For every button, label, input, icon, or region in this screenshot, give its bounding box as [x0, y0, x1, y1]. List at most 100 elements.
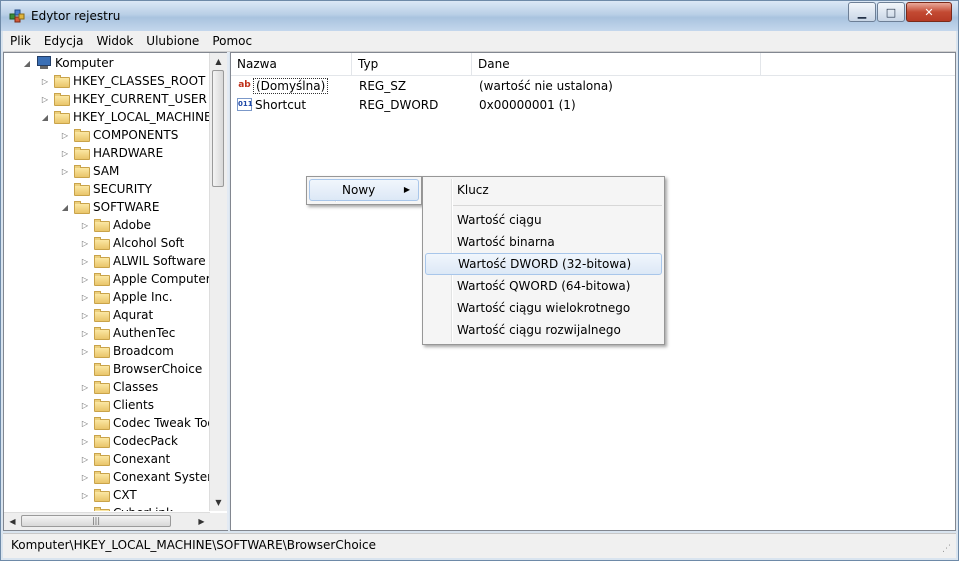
collapsed-arrow-icon[interactable]: ▷: [40, 76, 50, 86]
tree-node[interactable]: ▷ CXT: [80, 486, 137, 504]
maximize-button[interactable]: □: [877, 2, 905, 22]
tree-node[interactable]: ◢ SOFTWARE: [60, 198, 160, 216]
tree-node[interactable]: ▷ HKEY_CLASSES_ROOT: [40, 72, 205, 90]
collapsed-arrow-icon[interactable]: ▷: [60, 130, 70, 140]
expanded-arrow-icon[interactable]: ◢: [40, 112, 50, 122]
registry-tree-pane: ◢ Komputer ▷ HKEY_CLASSES_ROOT ▷ HKEY_CURRENT…: [3, 52, 228, 531]
collapsed-arrow-icon[interactable]: ▷: [80, 220, 90, 230]
tree-node-label: Apple Computer, I: [113, 272, 210, 286]
folder-icon: [54, 92, 70, 106]
tree-node[interactable]: ▷ Apple Inc.: [80, 288, 173, 306]
collapsed-arrow-icon[interactable]: ▷: [80, 454, 90, 464]
folder-icon: [94, 416, 110, 430]
tree-horizontal-scrollbar[interactable]: ◀ ||| ▶: [4, 512, 210, 530]
tree-horizontal-scroll-thumb[interactable]: |||: [21, 515, 171, 527]
tree-node-label: Classes: [113, 380, 159, 394]
submenu-item[interactable]: Wartość DWORD (32-bitowa): [425, 253, 662, 275]
tree-node[interactable]: ▷ Adobe: [80, 216, 151, 234]
submenu-item[interactable]: Wartość QWORD (64-bitowa): [425, 275, 662, 297]
list-header: Nazwa Typ Dane: [231, 53, 955, 76]
tree-vertical-scrollbar[interactable]: ▲ ▼: [209, 53, 227, 511]
folder-icon: [54, 74, 70, 88]
collapsed-arrow-icon[interactable]: ▷: [40, 94, 50, 104]
submenu-item[interactable]: Klucz: [425, 179, 662, 201]
tree-node[interactable]: ▷ COMPONENTS: [60, 126, 178, 144]
tree-node[interactable]: ▷ HARDWARE: [60, 144, 163, 162]
collapsed-arrow-icon[interactable]: ▷: [60, 166, 70, 176]
submenu-item[interactable]: Wartość binarna: [425, 231, 662, 253]
title-bar[interactable]: Edytor rejestru ▁ □ ✕: [1, 1, 958, 31]
tree-node[interactable]: BrowserChoice: [80, 360, 202, 378]
scroll-left-arrow-icon[interactable]: ◀: [4, 513, 21, 530]
submenu-item[interactable]: Wartość ciągu: [425, 209, 662, 231]
submenu-item-label: Wartość ciągu rozwijalnego: [457, 323, 621, 337]
value-row[interactable]: 011 Shortcut REG_DWORD 0x00000001 (1): [231, 96, 955, 115]
tree-node[interactable]: ▷ Broadcom: [80, 342, 174, 360]
tree-node-label: Komputer: [55, 56, 114, 70]
collapsed-arrow-icon[interactable]: ▷: [80, 292, 90, 302]
tree-node-label: Apple Inc.: [113, 290, 173, 304]
collapsed-arrow-icon[interactable]: ▷: [80, 328, 90, 338]
collapsed-arrow-icon[interactable]: ▷: [80, 382, 90, 392]
folder-icon: [94, 452, 110, 466]
collapsed-arrow-icon[interactable]: ▷: [80, 346, 90, 356]
string-value-icon: ab: [238, 80, 251, 90]
tree-node[interactable]: ▷ Classes: [80, 378, 158, 396]
resize-grip-icon[interactable]: ⋰: [942, 544, 954, 556]
tree-node[interactable]: ▷ SAM: [60, 162, 119, 180]
tree-node[interactable]: ▷ Conexant: [80, 450, 170, 468]
collapsed-arrow-icon[interactable]: ▷: [60, 148, 70, 158]
collapsed-arrow-icon[interactable]: ▷: [80, 490, 90, 500]
menu-edycja[interactable]: Edycja: [37, 31, 90, 48]
collapsed-arrow-icon[interactable]: ▷: [80, 238, 90, 248]
column-header-nazwa[interactable]: Nazwa: [231, 53, 352, 75]
collapsed-arrow-icon[interactable]: ▷: [80, 508, 90, 512]
collapsed-arrow-icon[interactable]: ▷: [80, 436, 90, 446]
tree-node[interactable]: ▷ Alcohol Soft: [80, 234, 184, 252]
close-button[interactable]: ✕: [906, 2, 952, 22]
value-name: (Domyślna): [253, 78, 329, 94]
value-row[interactable]: ab (Domyślna) REG_SZ (wartość nie ustalo…: [231, 77, 955, 96]
tree-node[interactable]: ▷ Clients: [80, 396, 154, 414]
tree-node[interactable]: ▷ CyberLink: [80, 504, 173, 511]
tree-vertical-scroll-thumb[interactable]: [212, 70, 224, 187]
scroll-up-arrow-icon[interactable]: ▲: [210, 53, 227, 70]
menu-plik[interactable]: Plik: [3, 31, 37, 48]
collapsed-arrow-icon[interactable]: ▷: [80, 472, 90, 482]
tree-node[interactable]: ◢ Komputer: [22, 54, 114, 72]
tree-node[interactable]: ▷ Conexant Systems: [80, 468, 210, 486]
expanded-arrow-icon[interactable]: ◢: [60, 202, 70, 212]
column-header-dane[interactable]: Dane: [472, 53, 761, 75]
menu-ulubione[interactable]: Ulubione: [139, 31, 205, 48]
tree-node[interactable]: ▷ HKEY_CURRENT_USER: [40, 90, 207, 108]
tree-node[interactable]: ▷ Codec Tweak Too: [80, 414, 210, 432]
menu-pomoc[interactable]: Pomoc: [205, 31, 258, 48]
collapsed-arrow-icon[interactable]: ▷: [80, 274, 90, 284]
tree-node-label: HARDWARE: [93, 146, 164, 160]
menu-item-nowy[interactable]: Nowy ▶: [309, 179, 419, 201]
submenu-item-label: Klucz: [457, 183, 489, 197]
tree-node[interactable]: ▷ Aqurat: [80, 306, 153, 324]
tree-node[interactable]: ▷ ALWIL Software: [80, 252, 206, 270]
tree-node[interactable]: ◢ HKEY_LOCAL_MACHINE: [40, 108, 210, 126]
scroll-right-arrow-icon[interactable]: ▶: [193, 513, 210, 530]
tree-node[interactable]: SECURITY: [60, 180, 152, 198]
collapsed-arrow-icon[interactable]: ▷: [80, 310, 90, 320]
scroll-down-arrow-icon[interactable]: ▼: [210, 494, 227, 511]
collapsed-arrow-icon[interactable]: ▷: [80, 418, 90, 428]
pane-splitter[interactable]: [227, 52, 229, 530]
expanded-arrow-icon[interactable]: ◢: [22, 58, 32, 68]
tree-node-label: ALWIL Software: [113, 254, 206, 268]
collapsed-arrow-icon[interactable]: ▷: [80, 400, 90, 410]
collapsed-arrow-icon[interactable]: ▷: [80, 256, 90, 266]
tree-node[interactable]: ▷ AuthenTec: [80, 324, 175, 342]
folder-icon: [94, 218, 110, 232]
menu-widok[interactable]: Widok: [89, 31, 139, 48]
tree-node[interactable]: ▷ CodecPack: [80, 432, 178, 450]
minimize-button[interactable]: ▁: [848, 2, 876, 22]
submenu-item[interactable]: Wartość ciągu wielokrotnego: [425, 297, 662, 319]
column-header-typ[interactable]: Typ: [352, 53, 472, 75]
tree-node[interactable]: ▷ Apple Computer, I: [80, 270, 210, 288]
submenu-item[interactable]: Wartość ciągu rozwijalnego: [425, 319, 662, 341]
